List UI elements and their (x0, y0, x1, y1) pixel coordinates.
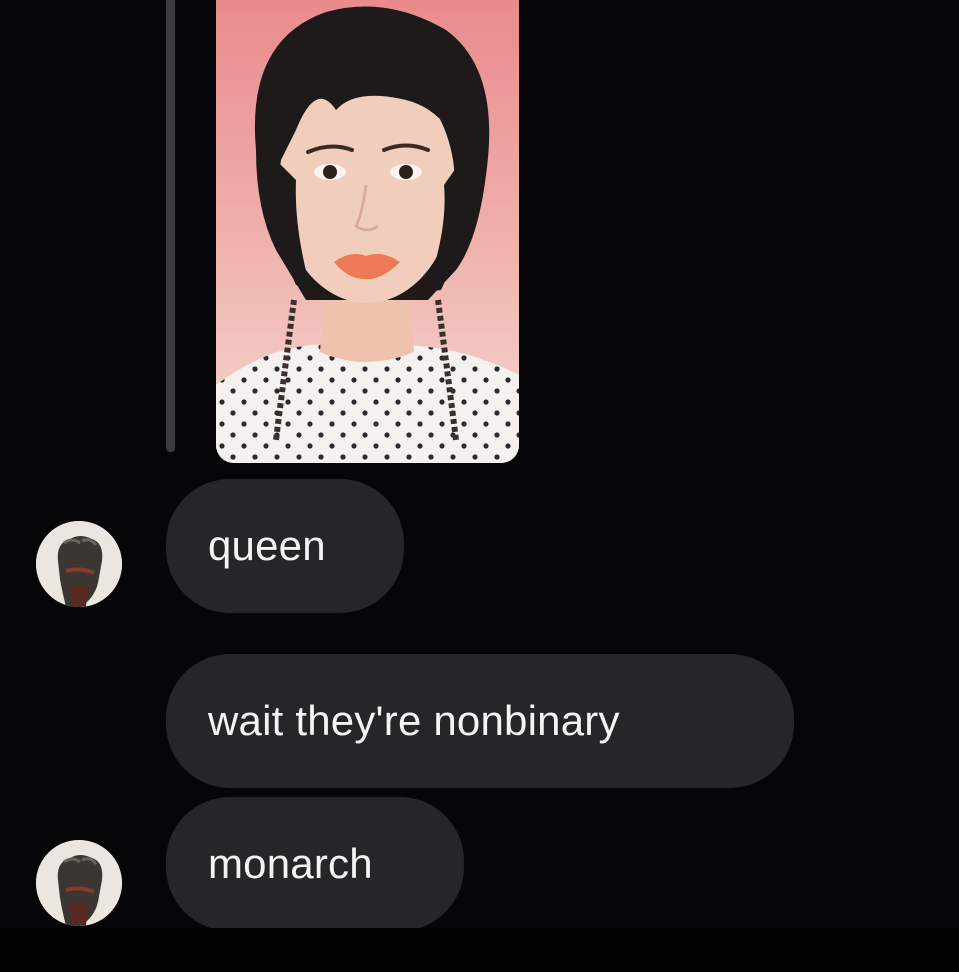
message-text: monarch (208, 840, 373, 887)
sender-avatar[interactable] (36, 840, 122, 926)
reply-thread-line (166, 0, 175, 452)
message-bubble[interactable]: wait they're nonbinary (166, 654, 794, 788)
message-bubble[interactable]: queen (166, 479, 404, 613)
bottom-edge (0, 928, 959, 972)
shared-photo[interactable] (216, 0, 519, 463)
message-text: queen (208, 522, 326, 569)
avatar-fist-icon (36, 840, 122, 926)
message-text: wait they're nonbinary (208, 697, 620, 744)
portrait-photo-icon (216, 0, 519, 463)
avatar-fist-icon (36, 521, 122, 607)
message-bubble[interactable]: monarch (166, 797, 464, 931)
sender-avatar[interactable] (36, 521, 122, 607)
